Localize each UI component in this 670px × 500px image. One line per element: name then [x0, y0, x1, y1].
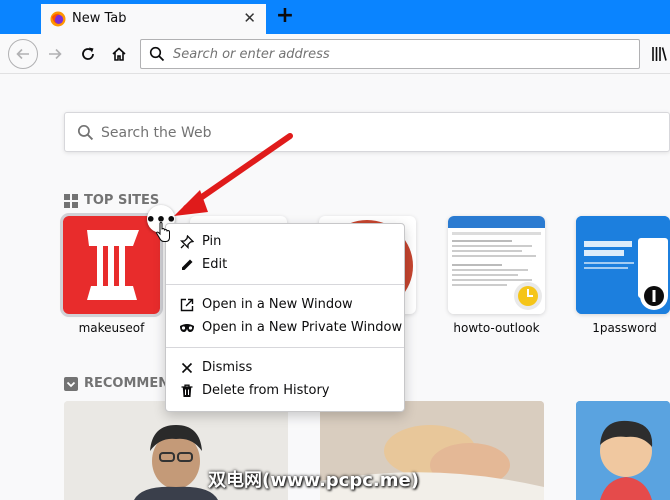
menu-item-label: Edit	[202, 257, 228, 272]
tab-title: New Tab	[72, 11, 127, 26]
howto-outlook-thumbnail	[448, 216, 545, 314]
top-site-tile-howto-outlook[interactable]	[448, 216, 545, 314]
menu-item-edit[interactable]: Edit	[166, 253, 404, 276]
menu-item-label: Dismiss	[202, 360, 253, 375]
menu-item-dismiss[interactable]: Dismiss	[166, 356, 404, 379]
makeuseof-logo-icon	[63, 216, 160, 314]
menu-item-open-private-window[interactable]: Open in a New Private Window	[166, 316, 404, 339]
back-arrow-icon	[16, 48, 29, 60]
top-site-label-makeuseof: makeuseof	[78, 321, 145, 335]
menu-item-delete-history[interactable]: Delete from History	[166, 379, 404, 402]
url-bar[interactable]	[140, 39, 640, 69]
back-button[interactable]	[8, 39, 38, 69]
menu-item-open-new-window[interactable]: Open in a New Window	[166, 293, 404, 316]
chevron-down-icon	[64, 376, 78, 391]
forward-arrow-icon	[49, 48, 62, 60]
home-button[interactable]	[104, 39, 134, 69]
firefox-icon	[50, 11, 66, 27]
home-icon	[112, 47, 126, 61]
1password-thumbnail	[576, 216, 670, 314]
library-button[interactable]	[648, 39, 670, 69]
recommended-card-3[interactable]	[576, 401, 670, 500]
tab-new-tab[interactable]: New Tab ✕	[41, 2, 266, 34]
url-input[interactable]	[173, 44, 613, 64]
new-window-icon	[178, 297, 196, 313]
reload-button[interactable]	[73, 39, 103, 69]
top-site-tile-1password[interactable]	[576, 216, 670, 314]
library-icon	[652, 47, 667, 61]
top-sites-label: TOP SITES	[84, 193, 160, 208]
close-tab-icon[interactable]: ✕	[243, 9, 256, 27]
watermark-text: 双电网(www.pcpc.me)	[208, 470, 419, 491]
pencil-icon	[178, 257, 196, 273]
menu-item-label: Open in a New Private Window	[202, 320, 403, 335]
reload-icon	[82, 47, 94, 60]
menu-item-label: Delete from History	[202, 383, 330, 398]
grid-icon	[64, 193, 78, 208]
illustration-thumbnail	[576, 401, 670, 500]
recommended-heading: RECOMMEND	[64, 376, 180, 391]
top-site-tile-makeuseof[interactable]	[60, 213, 163, 317]
menu-separator	[166, 347, 404, 348]
forward-button[interactable]	[40, 39, 70, 69]
web-search-box[interactable]	[64, 112, 670, 152]
top-sites-heading: TOP SITES	[64, 193, 159, 208]
hand-cursor-icon	[155, 222, 170, 242]
trash-icon	[178, 383, 196, 399]
close-icon	[178, 360, 196, 376]
top-site-label-howto-outlook: howto-outlook	[453, 321, 540, 335]
mask-icon	[178, 320, 196, 336]
menu-separator	[166, 284, 404, 285]
annotation-arrow-icon	[174, 133, 293, 216]
menu-item-label: Open in a New Window	[202, 297, 353, 312]
top-site-label-1password: 1password	[592, 321, 657, 335]
navigation-toolbar	[0, 34, 670, 74]
new-tab-button[interactable]: +	[272, 3, 298, 29]
search-icon	[149, 46, 165, 62]
tab-strip: New Tab ✕ +	[0, 0, 670, 34]
tile-context-menu: Pin Edit Open in a New Window Open in a …	[165, 223, 405, 412]
search-icon	[77, 124, 94, 141]
